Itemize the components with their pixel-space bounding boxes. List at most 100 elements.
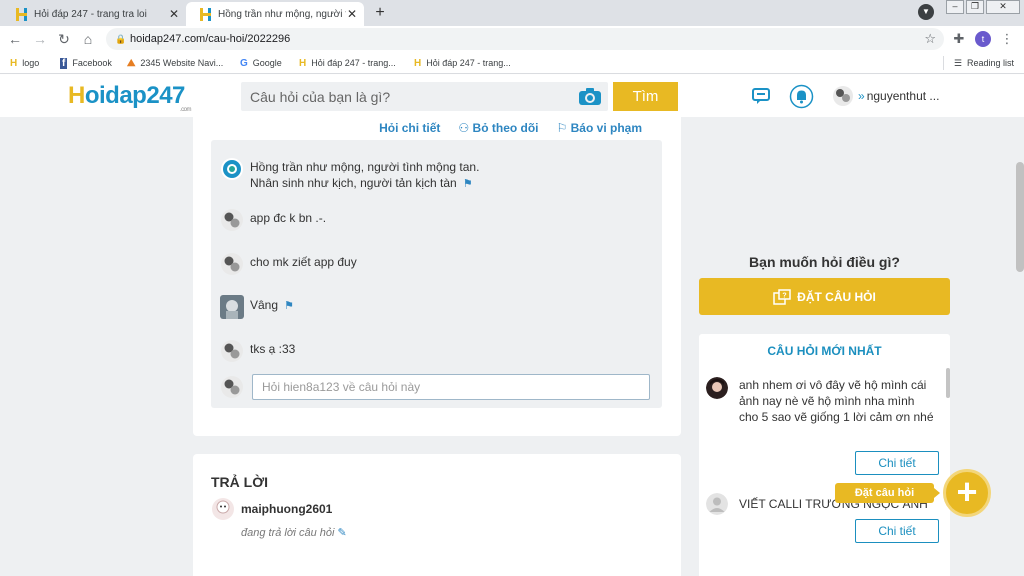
comment-item: Vâng ⚑ bbox=[220, 295, 294, 319]
avatar bbox=[221, 376, 243, 398]
bookmark-hoidap-2[interactable]: H Hỏi đáp 247 - trang... bbox=[414, 56, 511, 70]
avatar bbox=[706, 377, 728, 399]
username: nguyenthut ... bbox=[866, 89, 940, 103]
browser-menu-icon[interactable]: ▼ bbox=[918, 4, 934, 20]
hoidap-favicon-icon: H bbox=[10, 57, 18, 69]
back-icon[interactable]: ← bbox=[6, 30, 24, 48]
page-body: Hỏi chi tiết ⚇ Bỏ theo dõi ⚐ Báo vi phạm… bbox=[0, 117, 1024, 576]
flag-icon: ⚐ bbox=[556, 121, 568, 135]
question-card: Hỏi chi tiết ⚇ Bỏ theo dõi ⚐ Báo vi phạm… bbox=[193, 117, 681, 436]
home-icon[interactable]: ⌂ bbox=[79, 30, 97, 48]
url-field[interactable]: 🔒 hoidap247.com/cau-hoi/2022296 ☆ bbox=[106, 28, 944, 50]
answer-title: TRẢ LỜI bbox=[211, 474, 269, 490]
floating-ask-button[interactable]: + bbox=[943, 469, 991, 517]
profile-avatar[interactable]: t bbox=[975, 31, 991, 47]
address-bar-row: ← → ↻ ⌂ 🔒 hoidap247.com/cau-hoi/2022296 … bbox=[0, 26, 1024, 52]
pencil-icon: ✎ bbox=[337, 527, 347, 539]
close-window-icon[interactable]: ✕ bbox=[986, 0, 1020, 14]
bookmark-star-icon[interactable]: ☆ bbox=[924, 28, 936, 50]
question-text: anh nhem ơi vô đây vẽ hộ mình cái ảnh na… bbox=[739, 378, 934, 424]
detail-button[interactable]: Chi tiết bbox=[855, 519, 939, 543]
tab-close-icon[interactable]: ✕ bbox=[168, 7, 180, 21]
unfollow-label: Bỏ theo dõi bbox=[472, 121, 539, 135]
answer-username[interactable]: maiphuong2601 bbox=[241, 502, 332, 516]
comment-list: Hồng trần như mộng, người tình mộng tan.… bbox=[211, 140, 662, 408]
comment-text: app đc k bn .-. bbox=[250, 211, 327, 225]
bookmark-label: Hỏi đáp 247 - trang... bbox=[311, 58, 396, 68]
comment-text: Hồng trần như mộng, người tình mộng tan. bbox=[250, 160, 480, 174]
browser-tab-1[interactable]: Hỏi đáp 247 - trang tra loi ✕ bbox=[2, 2, 186, 26]
chat-icon[interactable] bbox=[750, 85, 772, 107]
google-icon: G bbox=[240, 57, 248, 69]
logo-com: .com bbox=[180, 107, 192, 113]
comment-item: Hồng trần như mộng, người tình mộng tan.… bbox=[220, 157, 479, 192]
comment-text: Nhân sinh như kịch, người tản kịch tàn bbox=[250, 176, 457, 190]
search-button[interactable]: Tìm bbox=[613, 82, 678, 111]
comment-text: Vâng bbox=[250, 298, 279, 312]
restore-icon[interactable]: ❐ bbox=[966, 0, 984, 14]
url-text: hoidap247.com/cau-hoi/2022296 bbox=[130, 33, 291, 45]
avatar bbox=[221, 158, 243, 180]
reading-list-icon: ☰ bbox=[953, 57, 962, 68]
user-menu[interactable]: » nguyenthut ... bbox=[832, 85, 939, 107]
sidebar-scrollbar[interactable] bbox=[946, 368, 950, 398]
bookmark-hoidap-1[interactable]: H Hỏi đáp 247 - trang... bbox=[299, 56, 396, 70]
minimize-icon[interactable]: – bbox=[946, 0, 964, 14]
ask-button-label: ĐẶT CÂU HỎI bbox=[797, 289, 876, 304]
chevron-down-icon: » bbox=[858, 89, 865, 103]
newest-questions-card: CÂU HỎI MỚI NHẤT anh nhem ơi vô đây vẽ h… bbox=[699, 334, 950, 576]
reading-list[interactable]: ☰ Reading list bbox=[942, 56, 1014, 70]
report-label: Báo vi phạm bbox=[570, 121, 642, 135]
bookmark-logo[interactable]: Hlogo bbox=[10, 56, 39, 70]
bookmarks-bar: Hlogo f Facebook ⛰ 2345 Website Navi... GG… bbox=[0, 52, 1024, 74]
ask-question-button[interactable]: ? ĐẶT CÂU HỎI bbox=[699, 278, 950, 315]
detail-button[interactable]: Chi tiết bbox=[855, 451, 939, 475]
answer-status: đang trả lời câu hỏi ✎ bbox=[241, 526, 347, 539]
report-link[interactable]: ⚐ Báo vi phạm bbox=[557, 121, 642, 135]
camera-icon[interactable] bbox=[578, 87, 602, 106]
hoidap-favicon-icon bbox=[16, 7, 27, 21]
ask-tooltip: Đặt câu hỏi bbox=[835, 483, 940, 503]
new-tab-button[interactable]: + bbox=[371, 4, 389, 22]
svg-text:?: ? bbox=[783, 292, 787, 299]
extensions-icon[interactable]: ✚ bbox=[950, 30, 968, 48]
status-text: đang trả lời câu hỏi bbox=[241, 527, 335, 539]
answer-card: TRẢ LỜI maiphuong2601 đang trả lời câu h… bbox=[193, 454, 681, 576]
comment-input[interactable] bbox=[252, 374, 650, 400]
unfollow-link[interactable]: ⚇ Bỏ theo dõi bbox=[458, 121, 538, 135]
ask-icon: ? bbox=[773, 288, 791, 305]
comment-text: tks ạ :33 bbox=[250, 342, 296, 356]
forward-icon[interactable]: → bbox=[31, 30, 49, 48]
bookmark-google[interactable]: G Google bbox=[240, 56, 282, 70]
more-options-icon[interactable]: ⋮ bbox=[998, 30, 1016, 48]
site-logo[interactable]: Hoidap247 .com bbox=[68, 82, 192, 113]
logo-text: oidap247 bbox=[84, 82, 186, 109]
hoidap-favicon-icon: H bbox=[414, 57, 422, 69]
flag-icon[interactable]: ⚑ bbox=[463, 178, 473, 190]
page-scrollbar[interactable] bbox=[1016, 162, 1024, 272]
bookmark-label: Facebook bbox=[72, 58, 112, 68]
reload-icon[interactable]: ↻ bbox=[55, 30, 73, 48]
tab-close-icon[interactable]: ✕ bbox=[346, 7, 358, 21]
bookmark-2345[interactable]: ⛰ 2345 Website Navi... bbox=[127, 56, 223, 70]
newest-question-item[interactable]: anh nhem ơi vô đây vẽ hộ mình cái ảnh na… bbox=[706, 377, 935, 425]
avatar bbox=[221, 340, 243, 362]
comment-text: cho mk ziết app đuy bbox=[250, 255, 357, 269]
bookmark-facebook[interactable]: f Facebook bbox=[60, 56, 112, 70]
facebook-icon: f bbox=[60, 57, 68, 69]
bookmark-label: logo bbox=[22, 58, 40, 68]
comment-item: app đc k bn .-. bbox=[220, 208, 326, 232]
browser-tab-2[interactable]: Hồng trần như mộng, người tình m ✕ bbox=[186, 2, 364, 26]
hoidap-favicon-icon: H bbox=[299, 57, 307, 69]
browser-tab-bar: Hỏi đáp 247 - trang tra loi ✕ Hồng trần … bbox=[0, 0, 1024, 26]
search-box bbox=[241, 82, 608, 111]
ask-detail-link[interactable]: Hỏi chi tiết bbox=[379, 121, 440, 135]
flag-icon[interactable]: ⚑ bbox=[284, 300, 294, 312]
avatar bbox=[221, 209, 243, 231]
search-input[interactable] bbox=[241, 82, 571, 111]
bell-icon[interactable] bbox=[789, 84, 814, 109]
avatar bbox=[706, 493, 728, 515]
logo-h: H bbox=[68, 82, 85, 109]
newest-questions-title: CÂU HỎI MỚI NHẤT bbox=[767, 344, 882, 358]
answer-user: maiphuong2601 bbox=[211, 497, 332, 521]
